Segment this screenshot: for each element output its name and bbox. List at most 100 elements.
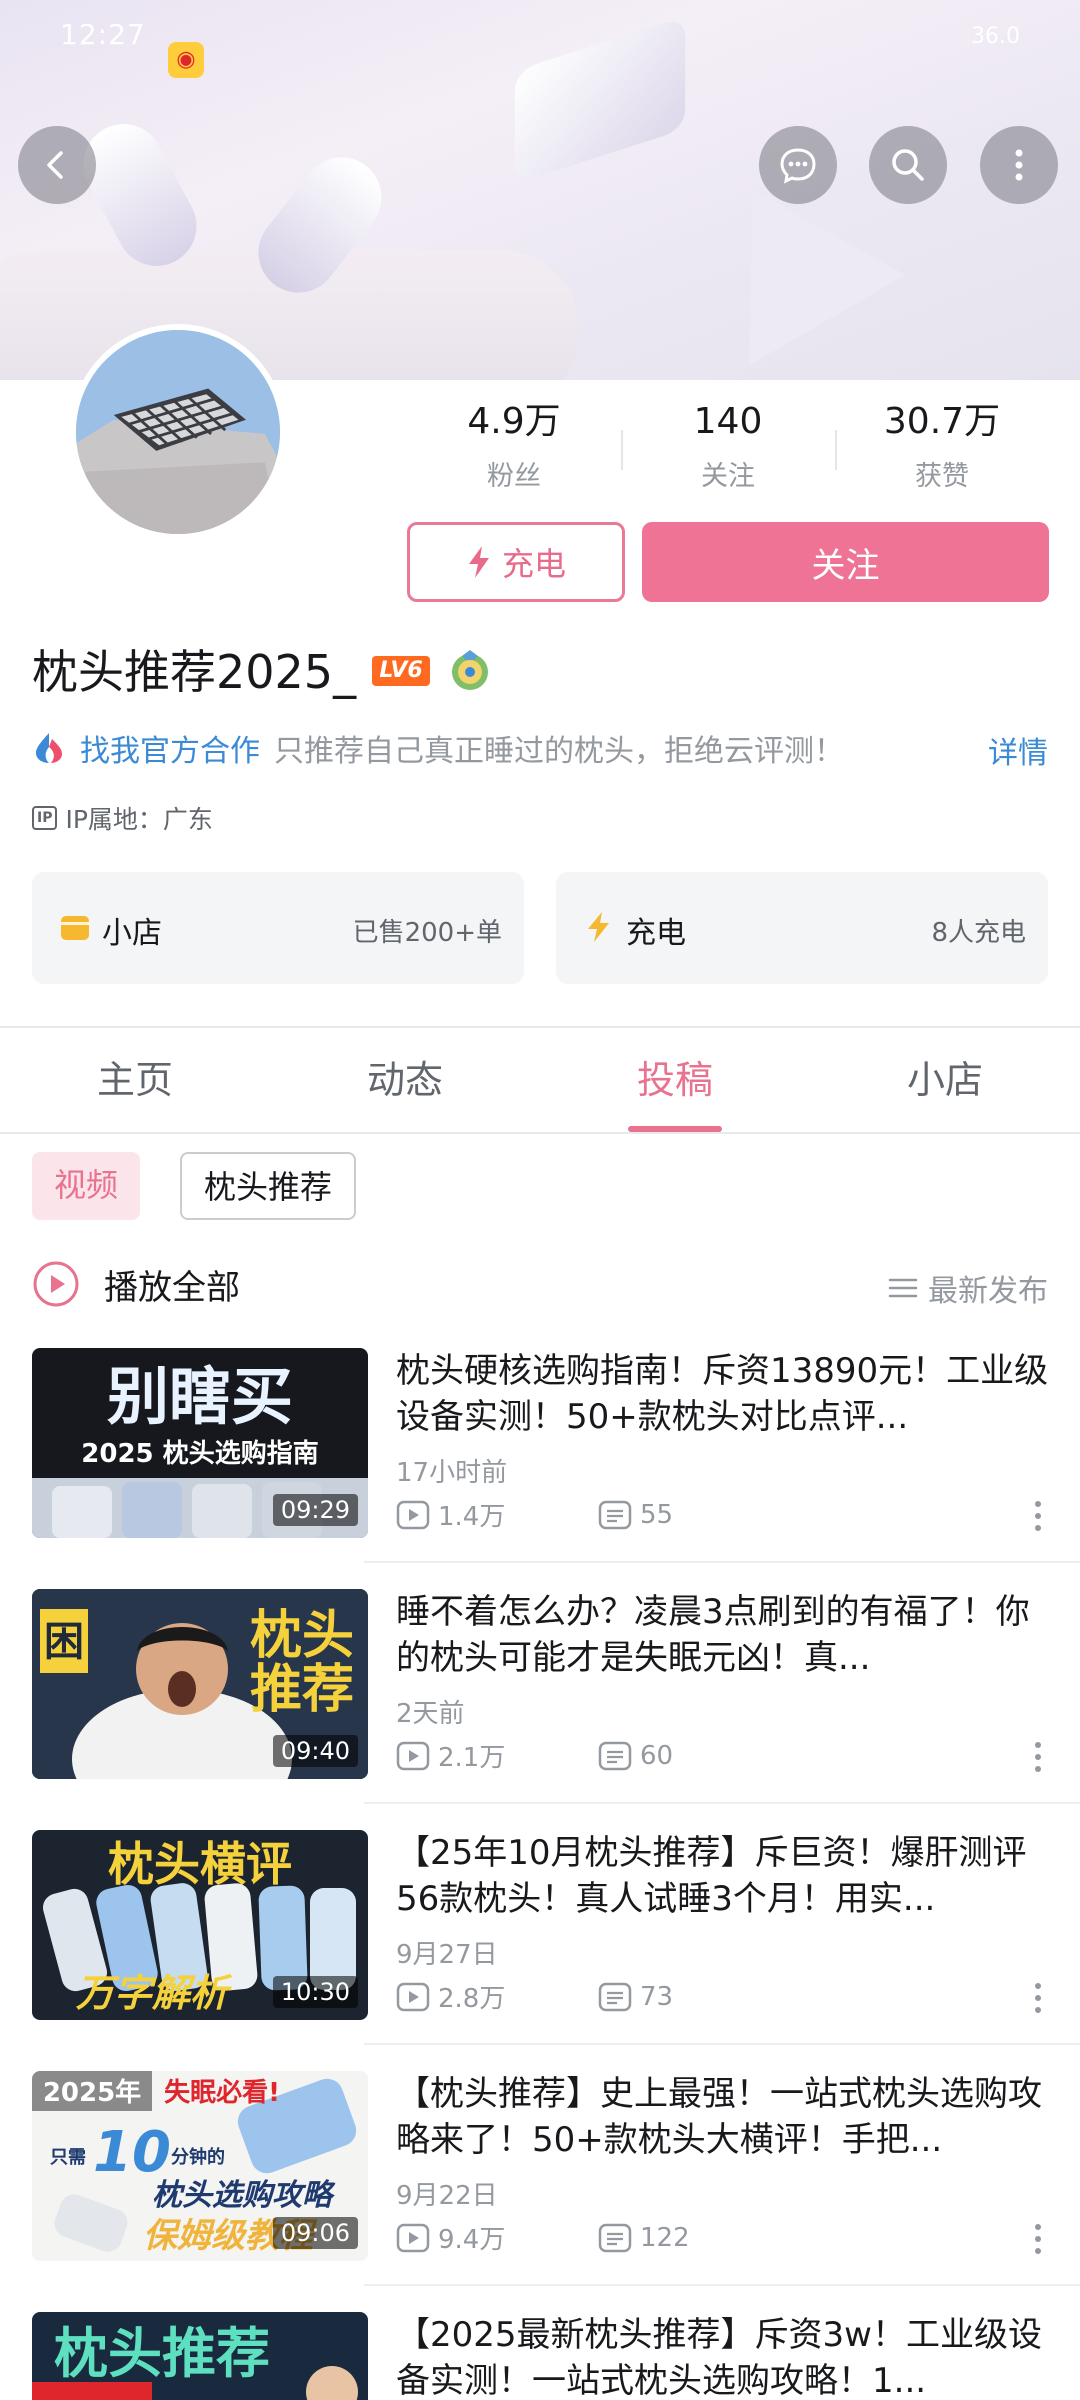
comment-count: 73 xyxy=(598,1982,673,2012)
shop-card-value: 已售200+单 xyxy=(352,918,502,948)
thumb-text: 枕头 xyxy=(250,1606,354,1666)
video-thumbnail[interactable]: 枕头推荐 xyxy=(32,2312,368,2400)
follow-button-label: 关注 xyxy=(811,545,880,586)
section-divider xyxy=(0,1026,1080,1028)
video-duration: 09:29 xyxy=(272,1494,358,1526)
row-divider xyxy=(364,2284,1080,2286)
filter-chip-video[interactable]: 视频 xyxy=(32,1152,141,1220)
list-icon xyxy=(888,1278,918,1298)
weibo-app-icon: ◉ xyxy=(168,42,204,78)
video-title[interactable]: 【2025最新枕头推荐】斥资3w！工业级设备实测！一站式枕头选购攻略！1... xyxy=(396,2312,1056,2400)
charge-card[interactable]: 充电 8人充电 xyxy=(556,872,1048,984)
level-badge: LV6 xyxy=(372,656,430,686)
thumb-text: 困 xyxy=(44,1619,84,1665)
comment-count-value: 55 xyxy=(640,1499,674,1530)
view-count: 2.8万 xyxy=(396,1978,505,2015)
thumb-text: 枕头横评 xyxy=(108,1837,292,1891)
comment-icon xyxy=(598,2223,632,2252)
shop-card[interactable]: 小店 已售200+单 xyxy=(32,872,524,984)
video-duration: 10:30 xyxy=(272,1976,358,2008)
comment-icon xyxy=(598,1500,632,1529)
thumb-text: 枕头推荐 xyxy=(54,2322,270,2385)
message-button[interactable] xyxy=(759,126,837,204)
video-item[interactable]: 困 枕头 推荐 09:40 睡不着怎么办？凌晨3点刷到的有福了！你的枕头可能才是… xyxy=(32,1589,1048,1779)
medal-icon[interactable] xyxy=(448,648,492,692)
chat-bubble-icon xyxy=(780,148,816,184)
charge-button-label: 充电 xyxy=(501,545,566,583)
status-time: 12:27 xyxy=(60,18,146,51)
profile-stats: 4.9万 粉丝 140 关注 30.7万 获赞 xyxy=(407,400,1049,500)
likes-label: 获赞 xyxy=(915,461,969,492)
sort-dropdown[interactable]: 最新发布 xyxy=(888,1266,1048,1310)
view-count-value: 9.4万 xyxy=(438,2225,506,2255)
more-vertical-icon[interactable] xyxy=(1032,1980,1044,2016)
more-button[interactable] xyxy=(980,126,1058,204)
video-item[interactable]: 枕头推荐 【2025最新枕头推荐】斥资3w！工业级设备实测！一站式枕头选购攻略！… xyxy=(32,2312,1048,2400)
more-vertical-icon[interactable] xyxy=(1032,2221,1044,2257)
comment-count-value: 122 xyxy=(640,2222,690,2253)
ip-location-row: IP IP属地：广东 xyxy=(32,800,213,836)
row-divider xyxy=(364,1802,1080,1804)
thumb-text: 2025年 xyxy=(43,2077,141,2108)
more-vertical-icon[interactable] xyxy=(1032,1498,1044,1534)
avatar[interactable] xyxy=(70,324,286,540)
video-title[interactable]: 睡不着怎么办？凌晨3点刷到的有福了！你的枕头可能才是失眠元凶！真... xyxy=(396,1589,1056,1681)
official-cooperation-link[interactable]: 找我官方合作 xyxy=(80,726,260,770)
tab-uploads[interactable]: 投稿 xyxy=(540,1030,810,1132)
play-count-icon xyxy=(396,2223,430,2252)
ip-location: IP属地：广东 xyxy=(65,805,213,834)
comment-count: 122 xyxy=(598,2223,690,2253)
search-button[interactable] xyxy=(869,126,947,204)
followers-stat[interactable]: 4.9万 粉丝 xyxy=(407,400,621,500)
thumb-text: 2025 枕头选购指南 xyxy=(81,1439,318,1469)
video-title[interactable]: 【枕头推荐】史上最强！一站式枕头选购攻略来了！50+款枕头大横评！手把... xyxy=(396,2071,1056,2163)
video-thumbnail[interactable]: 2025年 失眠必看! 只需 10 分钟的 枕头选购攻略 保姆级教程 09:06 xyxy=(32,2071,368,2261)
play-count-icon xyxy=(396,1741,430,1770)
thumb-text: 推荐 xyxy=(250,1660,354,1720)
comment-count-value: 60 xyxy=(640,1740,674,1771)
play-all-icon[interactable] xyxy=(32,1260,80,1308)
filter-chip-pillow-recommend[interactable]: 枕头推荐 xyxy=(180,1152,357,1220)
row-divider xyxy=(364,1561,1080,1563)
tab-shop[interactable]: 小店 xyxy=(810,1030,1080,1132)
thumb-text: 10 xyxy=(93,2120,171,2185)
video-item[interactable]: 2025年 失眠必看! 只需 10 分钟的 枕头选购攻略 保姆级教程 09:06… xyxy=(32,2071,1048,2261)
detail-link[interactable]: 详情 xyxy=(988,728,1048,772)
tab-home[interactable]: 主页 xyxy=(0,1030,270,1132)
likes-count: 30.7万 xyxy=(883,401,1001,442)
status-indicators: 36.0 xyxy=(971,24,1020,49)
thumb-text: 枕头选购攻略 xyxy=(152,2178,336,2213)
video-thumbnail[interactable]: 困 枕头 推荐 09:40 xyxy=(32,1589,368,1779)
view-count: 2.1万 xyxy=(396,1737,505,1774)
comment-count: 55 xyxy=(598,1500,673,1530)
video-thumbnail[interactable]: 枕头横评 万字解析 10:30 xyxy=(32,1830,368,2020)
thumb-text: 只需 xyxy=(50,2147,86,2168)
video-meta: 1.4万 55 xyxy=(396,1496,673,1533)
tab-dynamics[interactable]: 动态 xyxy=(270,1030,540,1132)
comment-count-value: 73 xyxy=(640,1981,674,2012)
video-title[interactable]: 枕头硬核选购指南！斥资13890元！工业级设备实测！50+款枕头对比点评... xyxy=(396,1348,1056,1440)
video-title[interactable]: 【25年10月枕头推荐】斥巨资！爆肝测评56款枕头！真人试睡3个月！用实... xyxy=(396,1830,1056,1922)
thumb-text: 失眠必看! xyxy=(164,2078,280,2108)
following-stat[interactable]: 140 关注 xyxy=(621,400,835,500)
comment-count: 60 xyxy=(598,1741,673,1771)
follow-button[interactable]: 关注 xyxy=(642,522,1049,602)
view-count: 9.4万 xyxy=(396,2219,505,2256)
play-all-label[interactable]: 播放全部 xyxy=(104,1260,240,1309)
video-item[interactable]: 枕头横评 万字解析 10:30 【25年10月枕头推荐】斥巨资！爆肝测评56款枕… xyxy=(32,1830,1048,2020)
video-publish-time: 17小时前 xyxy=(396,1458,508,1488)
lightning-icon xyxy=(468,546,489,578)
shop-card-title: 小店 xyxy=(102,916,162,951)
video-thumbnail[interactable]: 别瞎买 2025 枕头选购指南 09:29 xyxy=(32,1348,368,1538)
video-publish-time: 9月22日 xyxy=(396,2181,498,2211)
back-button[interactable] xyxy=(18,126,96,204)
lightning-icon xyxy=(588,912,609,942)
more-vertical-icon[interactable] xyxy=(1032,1739,1044,1775)
back-arrow-icon xyxy=(47,151,63,179)
video-item[interactable]: 别瞎买 2025 枕头选购指南 09:29 枕头硬核选购指南！斥资13890元！… xyxy=(32,1348,1048,1538)
username: 枕头推荐2025_ xyxy=(32,645,357,699)
video-meta: 2.8万 73 xyxy=(396,1978,673,2015)
likes-stat[interactable]: 30.7万 获赞 xyxy=(835,400,1049,500)
video-duration: 09:06 xyxy=(272,2217,358,2249)
charge-button[interactable]: 充电 xyxy=(407,522,625,602)
